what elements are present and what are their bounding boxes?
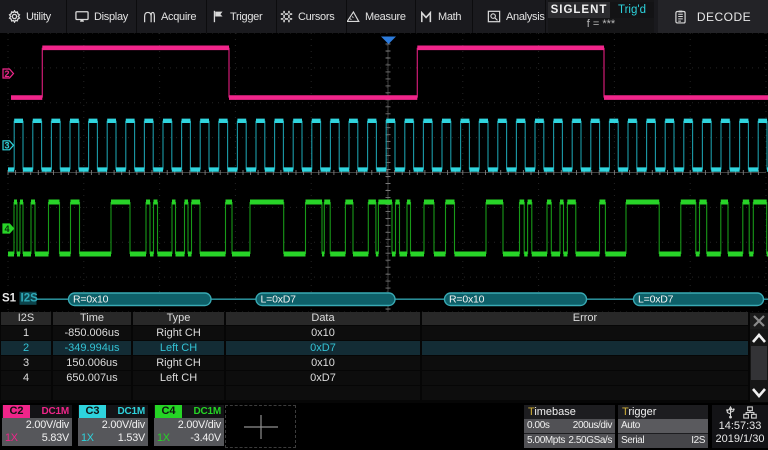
svg-text:R=0x10: R=0x10: [73, 294, 109, 306]
svg-text:2: 2: [5, 69, 10, 79]
svg-text:R=0x10: R=0x10: [449, 294, 485, 306]
svg-text:L=0xD7: L=0xD7: [261, 294, 297, 306]
svg-text:I2S: I2S: [21, 293, 39, 305]
svg-text:3: 3: [5, 141, 10, 151]
svg-text:4: 4: [5, 224, 10, 234]
svg-text:S1: S1: [2, 293, 17, 305]
svg-text:L=0xD7: L=0xD7: [638, 294, 674, 306]
